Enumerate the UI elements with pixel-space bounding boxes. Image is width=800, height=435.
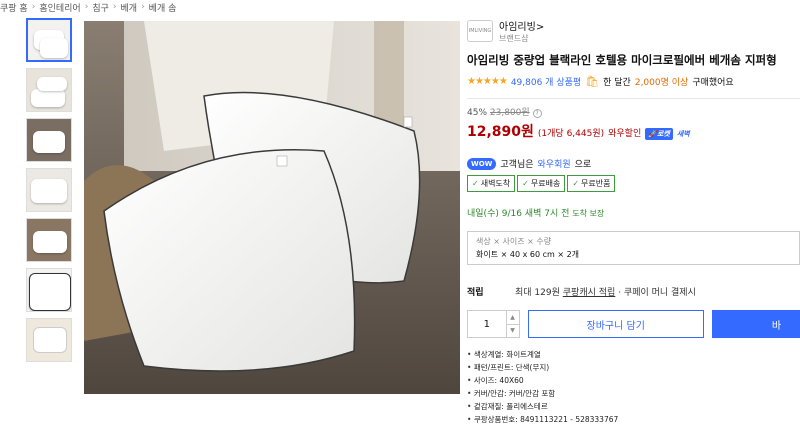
rocket-delivery-icon: 🚀로켓 <box>645 128 673 140</box>
benefit-label: 새벽도착 <box>480 179 511 188</box>
pillow-photo <box>84 21 460 394</box>
wow-member-row: WOW 고객님은 와우회원 으로 <box>467 157 800 170</box>
points-label: 적립 <box>467 288 484 298</box>
discount-row: 45% 23,800원 ? <box>467 105 800 118</box>
purchase-actions: 1 ▲ ▼ 장바구니 담기 바 <box>467 310 800 338</box>
shopping-bag-icon: 🛍 <box>585 75 600 88</box>
brand-text: 아임리빙> 브랜드샵 <box>499 18 544 44</box>
breadcrumb-separator: › <box>141 2 145 12</box>
points-row: 적립 최대 129원 쿠팡캐시 적립 · 쿠페이 머니 결제시 <box>467 285 800 298</box>
breadcrumb-separator: › <box>112 2 117 12</box>
purchase-prefix: 한 달간 <box>603 78 631 88</box>
info-icon[interactable]: ? <box>532 109 542 118</box>
breadcrumb-separator: › <box>31 2 36 12</box>
check-icon: ✓ <box>522 179 529 188</box>
spec-item: 겉감재질: 폴리에스테르 <box>467 400 800 413</box>
benefit-dawn-delivery: ✓ 새벽도착 <box>467 175 516 192</box>
quantity-stepper: 1 ▲ ▼ <box>467 310 520 338</box>
rating-row: ★★★★★ 49,806 개 상품평 🛍 한 달간 2,000명 이상 구매했어… <box>467 75 800 88</box>
spec-item: 사이즈: 40X60 <box>467 374 800 387</box>
thumbnail-list <box>26 18 74 368</box>
benefit-free-shipping: ✓ 무료배송 <box>517 175 566 192</box>
spec-item: 커버/안감: 커버/안감 포함 <box>467 387 800 400</box>
thumbnail-1[interactable] <box>26 18 72 62</box>
add-to-cart-button[interactable]: 장바구니 담기 <box>527 310 704 338</box>
benefit-badges: ✓ 새벽도착 ✓ 무료배송 ✓ 무료반품 <box>467 175 800 192</box>
star-rating-icon: ★★★★★ <box>467 76 508 87</box>
quantity-input[interactable]: 1 <box>468 311 506 337</box>
chevron-up-icon[interactable]: ▲ <box>507 311 519 324</box>
wow-text-prefix: 고객님은 <box>500 160 534 170</box>
benefit-free-return: ✓ 무료반품 <box>567 175 616 192</box>
original-price: 23,800원 <box>489 108 530 118</box>
brand-logo[interactable]: IMLIVING <box>467 20 493 42</box>
wow-text-suffix: 으로 <box>574 160 592 170</box>
breadcrumb-item[interactable]: 베개 <box>121 1 138 14</box>
option-value: 화이트 × 40 x 60 cm × 2개 <box>476 250 580 259</box>
review-count-link[interactable]: 49,806 개 상품평 <box>511 75 581 88</box>
check-icon: ✓ <box>572 179 580 188</box>
unit-price: (1개당 6,445원) <box>537 129 605 139</box>
wow-discount-label: 와우할인 <box>608 129 642 139</box>
thumbnail-7[interactable] <box>26 318 72 362</box>
points-prefix: 최대 129원 <box>515 288 560 298</box>
divider <box>467 98 800 99</box>
breadcrumb-item[interactable]: 베개 솜 <box>149 1 177 14</box>
price-row: 12,890원 (1개당 6,445원) 와우할인 🚀로켓 새벽 <box>467 121 800 141</box>
purchase-suffix: 구매했어요 <box>692 78 734 88</box>
check-icon: ✓ <box>472 179 479 188</box>
brand-link[interactable]: 아임리빙> <box>499 18 544 33</box>
wow-member-link[interactable]: 와우회원 <box>538 157 571 170</box>
thumbnail-5[interactable] <box>26 218 72 262</box>
brand-shop-label: 브랜드샵 <box>499 34 529 43</box>
brand-name: 아임리빙 <box>499 22 536 33</box>
coupang-cash-link[interactable]: 쿠팡캐시 적립 <box>563 288 616 298</box>
points-suffix: · 쿠페이 머니 결제시 <box>618 288 696 298</box>
spec-list: 색상계열: 화이트계열 패턴/프린트: 단색(무지) 사이즈: 40X60 커버… <box>467 348 800 426</box>
breadcrumb-item[interactable]: 쿠팡 홈 <box>0 1 28 14</box>
option-label: 색상 × 사이즈 × 수량 <box>476 237 552 246</box>
product-title: 아임리빙 중량업 블랙라인 호텔용 마이크로필에버 베개솜 지퍼형 <box>467 53 777 67</box>
thumbnail-2[interactable] <box>26 68 72 112</box>
points-text: 최대 129원 쿠팡캐시 적립 · 쿠페이 머니 결제시 <box>515 285 696 298</box>
main-product-image[interactable] <box>84 21 460 394</box>
benefit-label: 무료배송 <box>530 179 561 188</box>
product-info-panel: IMLIVING 아임리빙> 브랜드샵 아임리빙 중량업 블랙라인 호텔용 마이… <box>467 18 800 426</box>
brand-row: IMLIVING 아임리빙> 브랜드샵 <box>467 18 800 44</box>
discount-rate: 45% <box>467 108 488 118</box>
delivery-info: 내일(수) 9/16 새벽 7시 전 도착 보장 <box>467 206 800 219</box>
benefit-label: 무료반품 <box>581 179 611 188</box>
spec-item: 패턴/프린트: 단색(무지) <box>467 361 800 374</box>
spec-item: 쿠팡상품번호: 8491113221 - 528333767 <box>467 413 800 426</box>
thumbnail-3[interactable] <box>26 118 72 162</box>
option-selector[interactable]: 색상 × 사이즈 × 수량 화이트 × 40 x 60 cm × 2개 <box>467 231 800 265</box>
thumbnail-6[interactable] <box>26 268 72 312</box>
purchase-count: 2,000명 이상 <box>634 78 689 88</box>
spec-item: 색상계열: 화이트계열 <box>467 348 800 361</box>
delivery-guarantee: 도착 보장 <box>572 209 605 218</box>
final-price: 12,890원 <box>467 124 534 140</box>
breadcrumb: 쿠팡 홈 › 홈인테리어 › 침구 › 베개 › 베개 솜 <box>0 0 176 14</box>
buy-now-button[interactable]: 바 <box>711 310 800 338</box>
thumbnail-4[interactable] <box>26 168 72 212</box>
rocket-dawn-label: 새벽 <box>676 130 690 138</box>
breadcrumb-separator: › <box>84 2 89 12</box>
delivery-date: 내일(수) 9/16 새벽 7시 전 <box>467 209 570 219</box>
breadcrumb-item[interactable]: 홈인테리어 <box>39 1 80 14</box>
quantity-buttons: ▲ ▼ <box>505 311 519 338</box>
chevron-down-icon[interactable]: ▼ <box>506 323 519 338</box>
chevron-right-icon: > <box>535 22 545 33</box>
breadcrumb-item[interactable]: 침구 <box>92 1 109 14</box>
wow-badge: WOW <box>467 157 497 170</box>
